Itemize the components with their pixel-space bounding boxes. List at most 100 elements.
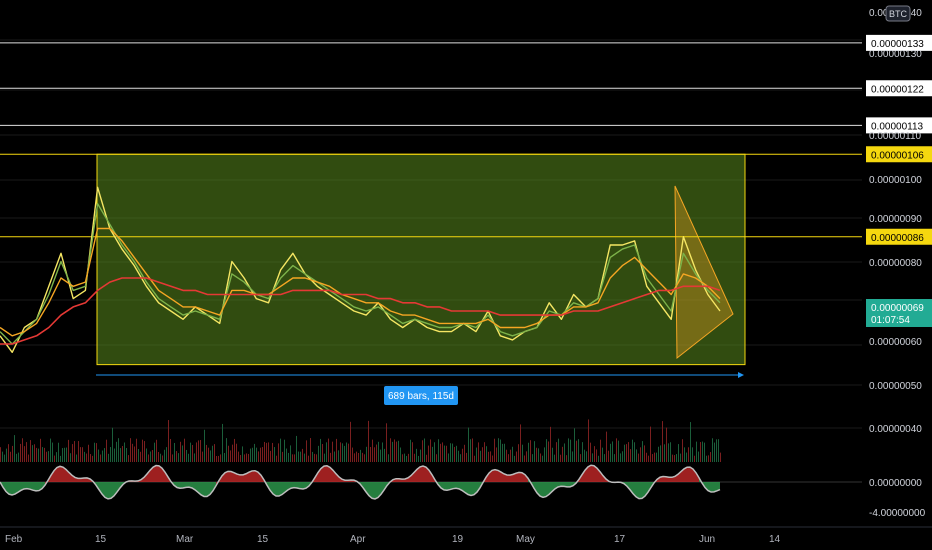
volume-bar [720, 452, 721, 462]
volume-bar [628, 442, 629, 462]
volume-bar [356, 451, 357, 462]
price-tick: 0.00000130 [869, 49, 922, 60]
osc-fill [108, 482, 111, 499]
volume-bar [260, 447, 261, 462]
volume-bar [278, 443, 279, 462]
volume-bar [692, 447, 693, 462]
osc-fill [372, 482, 375, 499]
date-tick: 19 [452, 534, 464, 545]
volume-bar [584, 449, 585, 462]
volume-bar [274, 447, 275, 462]
volume-bar [294, 454, 295, 462]
volume-bar [360, 449, 361, 462]
volume-bar [312, 451, 313, 462]
measure-label[interactable]: 689 bars, 115d [384, 386, 458, 405]
osc-fill [228, 471, 231, 482]
volume-bar [348, 443, 349, 462]
volume-bar [308, 455, 309, 462]
volume-bar [298, 451, 299, 462]
volume-bar [408, 453, 409, 462]
volume-bar [384, 448, 385, 462]
currency-badge[interactable]: BTC [885, 5, 911, 22]
volume-bar [618, 440, 619, 462]
volume-bar [198, 440, 199, 462]
volume-bar [452, 443, 453, 462]
price-range-box[interactable] [96, 153, 746, 366]
volume-bar [474, 455, 475, 462]
volume-bar [72, 444, 73, 462]
volume-bar [704, 442, 705, 462]
volume-bar [586, 451, 587, 462]
volume-bar [282, 451, 283, 462]
volume-bar [652, 454, 653, 462]
volume-bar [122, 446, 123, 462]
volume-bar [378, 441, 379, 462]
level-label: 0.00000086 [871, 233, 924, 244]
volume-bar [78, 441, 79, 462]
volume-bar [210, 450, 211, 462]
volume-bar [706, 455, 707, 462]
oscillator-pane [0, 464, 862, 500]
volume-bar [382, 442, 383, 462]
date-axis[interactable]: Feb 15 Mar 15 Apr 19 May 17 Jun 14 [0, 526, 932, 545]
volume-bar [602, 447, 603, 462]
volume-bar [268, 442, 269, 462]
osc-tick: -4.00000000 [869, 508, 926, 519]
measure-arrowhead [738, 372, 744, 378]
volume-bar [556, 442, 557, 462]
osc-fill [588, 465, 591, 482]
volume-bar [206, 444, 207, 462]
volume-bar [80, 447, 81, 462]
current-price-label[interactable]: 0.00000069 01:07:54 [866, 299, 932, 327]
volume-bar [44, 447, 45, 462]
volume-bar [132, 443, 133, 462]
volume-bar [436, 454, 437, 462]
volume-bar [242, 446, 243, 462]
volume-bar [444, 445, 445, 462]
volume-bar [450, 443, 451, 462]
osc-fill [36, 482, 39, 491]
volume-bar [516, 451, 517, 462]
volume-bar [292, 454, 293, 462]
volume-bar [128, 455, 129, 462]
volume-bar [494, 438, 495, 462]
volume-bar [158, 451, 159, 462]
price-tick: 0.00000050 [869, 381, 922, 392]
volume-bar [286, 448, 287, 462]
volume-bar [508, 454, 509, 462]
volume-bar [284, 439, 285, 462]
volume-bar [684, 447, 685, 462]
volume-bar [630, 449, 631, 462]
volume-bar [364, 454, 365, 462]
volume-bar [236, 443, 237, 462]
volume-bar [346, 442, 347, 462]
volume-bar [574, 428, 575, 462]
volume-bar [610, 443, 611, 462]
volume-bar [674, 455, 675, 462]
volume-bar [430, 439, 431, 462]
volume-bar [448, 453, 449, 462]
volume-bar [476, 447, 477, 462]
volume-bar [606, 431, 607, 462]
volume-bar [682, 439, 683, 462]
osc-fill [204, 482, 207, 497]
price-tick: 0.00000110 [869, 131, 922, 142]
volume-bar [714, 442, 715, 462]
osc-fill [687, 467, 690, 482]
volume-bar [240, 454, 241, 462]
volume-bar [26, 442, 27, 462]
volume-bar [688, 447, 689, 462]
volume-bar [290, 445, 291, 462]
price-chart[interactable]: 0.000001330.000001220.000001130.00000106… [0, 0, 932, 550]
volume-bar [380, 449, 381, 462]
volume-bar [64, 447, 65, 462]
volume-bar [386, 423, 387, 462]
volume-bar [418, 455, 419, 462]
volume-bar [638, 453, 639, 462]
volume-bar [124, 442, 125, 462]
volume-bar [60, 455, 61, 462]
volume-bar [322, 444, 323, 462]
volume-bar [324, 453, 325, 462]
volume-bar [472, 438, 473, 462]
volume-bar [194, 453, 195, 462]
